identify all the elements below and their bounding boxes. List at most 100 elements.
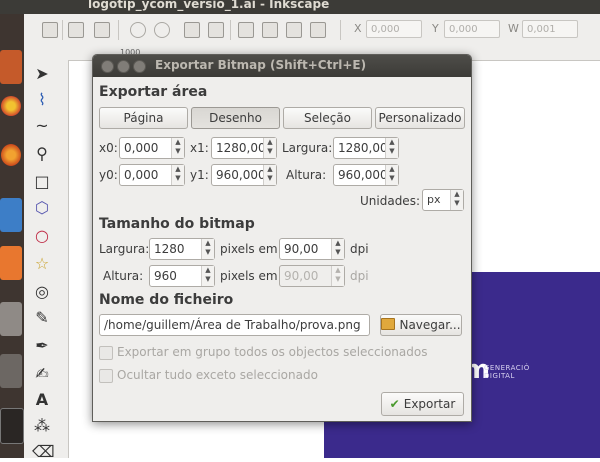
star-tool-icon[interactable]: ☆ xyxy=(32,254,52,274)
selection-button[interactable]: Seleção xyxy=(283,107,372,129)
zoom-drawing-icon[interactable] xyxy=(94,22,110,38)
lower-to-bottom-icon[interactable] xyxy=(310,22,326,38)
spin-arrows-icon[interactable]: ▲ ▼ xyxy=(331,239,344,259)
page-button[interactable]: Página xyxy=(99,107,188,129)
calligraphy-tool-icon[interactable]: ✍ xyxy=(32,364,52,384)
custom-button[interactable]: Personalizado xyxy=(375,107,465,129)
hide-unselected-checkbox[interactable] xyxy=(99,369,113,383)
tweak-tool-icon[interactable]: ~ xyxy=(32,116,52,136)
eraser-tool-icon[interactable]: ⌫ xyxy=(32,442,55,462)
area-height-spinbox[interactable]: 960,000 ▲ ▼ xyxy=(333,164,399,186)
launcher xyxy=(0,14,24,458)
bitmap-size-heading: Tamanho do bitmap xyxy=(99,216,255,232)
export-label: Exportar xyxy=(403,397,456,411)
spin-arrows-icon[interactable]: ▲ ▼ xyxy=(385,138,398,158)
height-pixels-at-label: pixels em xyxy=(220,269,278,283)
y1-label: y1: xyxy=(190,168,209,182)
flip-vertical-icon[interactable] xyxy=(208,22,224,38)
raise-to-top-icon[interactable] xyxy=(238,22,254,38)
bitmap-width-label: Largura: xyxy=(99,242,150,256)
bitmap-height-spinbox[interactable]: 960 ▲ ▼ xyxy=(149,265,215,287)
spin-arrows-icon[interactable]: ▲ ▼ xyxy=(171,165,184,185)
batch-export-label: Exportar em grupo todos os objectos sele… xyxy=(117,345,428,359)
chrome-launcher-icon[interactable] xyxy=(1,96,21,116)
minimize-window-icon[interactable] xyxy=(117,60,130,73)
3d-box-tool-icon[interactable]: ⬡ xyxy=(32,198,52,218)
spray-tool-icon[interactable]: ⁂ xyxy=(32,416,52,436)
new-doc-icon[interactable] xyxy=(42,22,58,38)
maximize-window-icon[interactable] xyxy=(133,60,146,73)
spiral-tool-icon[interactable]: ◎ xyxy=(32,282,52,302)
batch-export-checkbox[interactable] xyxy=(99,346,113,360)
folder-icon xyxy=(381,318,396,330)
y1-spinbox[interactable]: 960,000 ▲ ▼ xyxy=(211,164,277,186)
zoom-selection-icon[interactable] xyxy=(68,22,84,38)
spin-arrows-icon[interactable]: ▲ ▼ xyxy=(263,138,276,158)
area-height-value: 960,000 xyxy=(338,168,388,182)
settings-launcher-icon[interactable] xyxy=(0,302,22,336)
files-launcher-icon[interactable] xyxy=(0,50,22,84)
rotate-ccw-icon[interactable] xyxy=(130,22,146,38)
spin-arrows-icon[interactable]: ▲ ▼ xyxy=(385,165,398,185)
node-tool-icon[interactable]: ⌇ xyxy=(32,90,52,110)
area-width-label: Largura: xyxy=(282,141,333,155)
x-field[interactable]: 0,000 xyxy=(366,20,422,38)
w-label: W xyxy=(508,22,519,35)
x0-spinbox[interactable]: 0,000 ▲ ▼ xyxy=(119,137,185,159)
zoom-tool-icon[interactable]: ⚲ xyxy=(32,144,52,164)
units-label: Unidades: xyxy=(360,194,420,208)
drawing-button[interactable]: Desenho xyxy=(191,107,280,129)
dpi-y-value: 90,00 xyxy=(284,269,319,283)
w-field[interactable]: 0,001 xyxy=(522,20,578,38)
dpi-y-spinbox: 90,00 ▲ ▼ xyxy=(279,265,345,287)
logo-text-line2: DIGITAL xyxy=(484,372,515,380)
dpi-x-unit: dpi xyxy=(350,242,369,256)
bitmap-height-label: Altura: xyxy=(103,269,144,283)
area-height-label: Altura: xyxy=(286,168,327,182)
rotate-cw-icon[interactable] xyxy=(154,22,170,38)
dpi-x-spinbox[interactable]: 90,00 ▲ ▼ xyxy=(279,238,345,260)
spin-arrows-icon[interactable]: ▲ ▼ xyxy=(263,165,276,185)
spin-arrows-icon[interactable]: ▲ ▼ xyxy=(201,266,214,286)
bitmap-height-value: 960 xyxy=(154,269,177,283)
terminal-launcher-icon[interactable] xyxy=(0,408,24,444)
commands-bar: X 0,000 Y 0,000 W 0,001 xyxy=(24,14,600,47)
pen-tool-icon[interactable]: ✒ xyxy=(32,336,52,356)
x-label: X xyxy=(354,22,362,35)
area-width-spinbox[interactable]: 1280,00 ▲ ▼ xyxy=(333,137,399,159)
logo-text: GENERACIÓ DIGITAL xyxy=(484,364,530,380)
spin-arrows-icon[interactable]: ▲ ▼ xyxy=(201,239,214,259)
selector-tool-icon[interactable]: ➤ xyxy=(32,64,52,84)
writer-launcher-icon[interactable] xyxy=(0,198,22,232)
filename-input[interactable]: /home/guillem/Área de Trabalho/prova.png xyxy=(99,314,370,336)
bitmap-width-spinbox[interactable]: 1280 ▲ ▼ xyxy=(149,238,215,260)
y1-value: 960,000 xyxy=(216,168,266,182)
misc-launcher-icon[interactable] xyxy=(0,354,22,388)
units-select[interactable]: px ▲ ▼ xyxy=(422,189,464,211)
x1-label: x1: xyxy=(190,141,209,155)
y0-spinbox[interactable]: 0,000 ▲ ▼ xyxy=(119,164,185,186)
spin-arrows-icon[interactable]: ▲ ▼ xyxy=(171,138,184,158)
x1-spinbox[interactable]: 1280,00 ▲ ▼ xyxy=(211,137,277,159)
y-field[interactable]: 0,000 xyxy=(444,20,500,38)
y0-value: 0,000 xyxy=(124,168,159,182)
export-button[interactable]: ✔ Exportar xyxy=(381,392,464,416)
x0-value: 0,000 xyxy=(124,141,159,155)
firefox-launcher-icon[interactable] xyxy=(1,144,21,166)
app-title-bar: logotip_ycom_versio_1.ai - Inkscape xyxy=(0,0,600,14)
browse-button[interactable]: Navegar... xyxy=(380,314,462,336)
close-window-icon[interactable] xyxy=(101,60,114,73)
flip-horizontal-icon[interactable] xyxy=(184,22,200,38)
lower-icon[interactable] xyxy=(286,22,302,38)
spin-arrows-icon: ▲ ▼ xyxy=(331,266,344,286)
x0-label: x0: xyxy=(99,141,118,155)
dpi-y-unit: dpi xyxy=(350,269,369,283)
text-tool-icon[interactable]: A xyxy=(32,390,52,410)
pencil-tool-icon[interactable]: ✎ xyxy=(32,308,52,328)
ellipse-tool-icon[interactable]: ○ xyxy=(32,226,52,246)
chevron-updown-icon[interactable]: ▲ ▼ xyxy=(450,190,463,210)
bitmap-width-value: 1280 xyxy=(154,242,185,256)
software-center-launcher-icon[interactable] xyxy=(0,246,22,280)
raise-icon[interactable] xyxy=(262,22,278,38)
rectangle-tool-icon[interactable]: □ xyxy=(32,172,52,192)
